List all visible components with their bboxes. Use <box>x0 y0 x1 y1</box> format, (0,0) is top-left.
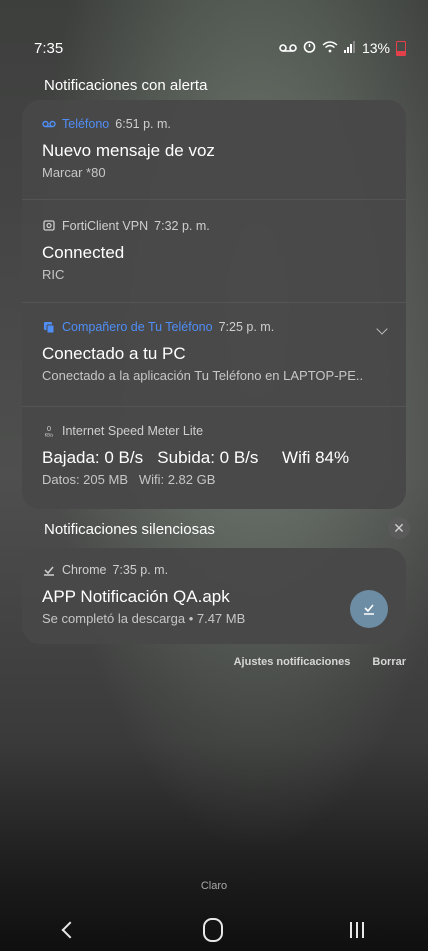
download-done-icon <box>364 604 374 615</box>
notification-body: Marcar *80 <box>42 165 106 180</box>
notification-body: Conectado a la aplicación Tu Teléfono en… <box>42 368 364 383</box>
battery-text: 13% <box>361 40 390 56</box>
notification-title: APP Notificación QA.apk <box>42 587 230 606</box>
notification-time: 7:32 p. m. <box>154 219 210 233</box>
status-bar: 7:35 13% <box>34 38 406 58</box>
notification-telefono[interactable]: Teléfono 6:51 p. m. Nuevo mensaje de voz… <box>22 100 406 200</box>
download-icon <box>42 563 56 577</box>
home-icon[interactable] <box>202 918 223 942</box>
clear-button[interactable]: Borrar <box>372 656 406 668</box>
voicemail-icon <box>42 117 56 131</box>
voicemail-icon <box>279 40 297 56</box>
notification-chrome[interactable]: Chrome 7:35 p. m. APP Notificación QA.ap… <box>22 548 406 644</box>
svg-text:KB/s: KB/s <box>45 433 54 438</box>
signal-icon <box>343 40 356 56</box>
notification-app-name: Compañero de Tu Teléfono <box>62 320 213 334</box>
silent-section-title: Notificaciones silenciosas <box>44 521 215 538</box>
speed-meter-icon: 0 KB/s <box>42 424 56 438</box>
notification-forticlient[interactable]: FortiClient VPN 7:32 p. m. Connected RIC <box>22 200 406 303</box>
notification-body: Datos: 205 MB Wifi: 2.82 GB <box>42 472 216 487</box>
alert-section-title: Notificaciones con alerta <box>44 77 208 94</box>
notification-app-name: FortiClient VPN <box>62 219 149 233</box>
close-icon[interactable]: ✕ <box>388 517 410 539</box>
silent-notifications-card: Chrome 7:35 p. m. APP Notificación QA.ap… <box>22 548 406 644</box>
alert-notifications-card: Teléfono 6:51 p. m. Nuevo mensaje de voz… <box>22 100 406 509</box>
notification-title: Connected <box>42 243 125 262</box>
notification-body: Se completó la descarga • 7.47 MB <box>42 611 246 626</box>
vpn-icon <box>42 219 56 233</box>
download-complete-button[interactable] <box>350 590 388 628</box>
recent-apps-icon[interactable] <box>350 922 365 938</box>
notification-actions: Ajustes notificaciones Borrar <box>234 656 406 668</box>
notification-app-name: Chrome <box>62 563 107 577</box>
status-time: 7:35 <box>34 39 64 57</box>
notification-time: 7:35 p. m. <box>112 563 169 577</box>
notification-body: RIC <box>42 267 65 282</box>
notification-companero[interactable]: Compañero de Tu Teléfono 7:25 p. m. Cone… <box>22 303 406 407</box>
notification-title: Bajada: 0 B/s Subida: 0 B/s Wifi 84% <box>42 448 350 467</box>
notification-app-name: Internet Speed Meter Lite <box>62 424 204 438</box>
carrier-label: Claro <box>200 880 228 892</box>
notification-time: 7:25 p. m. <box>218 320 275 334</box>
wifi-icon <box>322 40 338 56</box>
notification-title: Nuevo mensaje de voz <box>42 141 215 160</box>
notification-speed-meter[interactable]: 0 KB/s Internet Speed Meter Lite Bajada: … <box>22 407 406 509</box>
notification-shade: 7:35 13% Notificaciones con alerta Teléf… <box>0 0 428 951</box>
phone-link-icon <box>42 320 56 334</box>
navigation-bar <box>0 912 428 948</box>
battery-icon <box>396 40 406 56</box>
notification-title: Conectado a tu PC <box>42 344 186 363</box>
back-icon[interactable] <box>61 921 79 939</box>
notification-app-name: Teléfono <box>62 117 110 131</box>
notification-time: 6:51 p. m. <box>115 117 171 131</box>
status-icons: 13% <box>279 40 406 56</box>
notification-settings-button[interactable]: Ajustes notificaciones <box>234 656 351 668</box>
alarm-icon <box>303 40 316 56</box>
